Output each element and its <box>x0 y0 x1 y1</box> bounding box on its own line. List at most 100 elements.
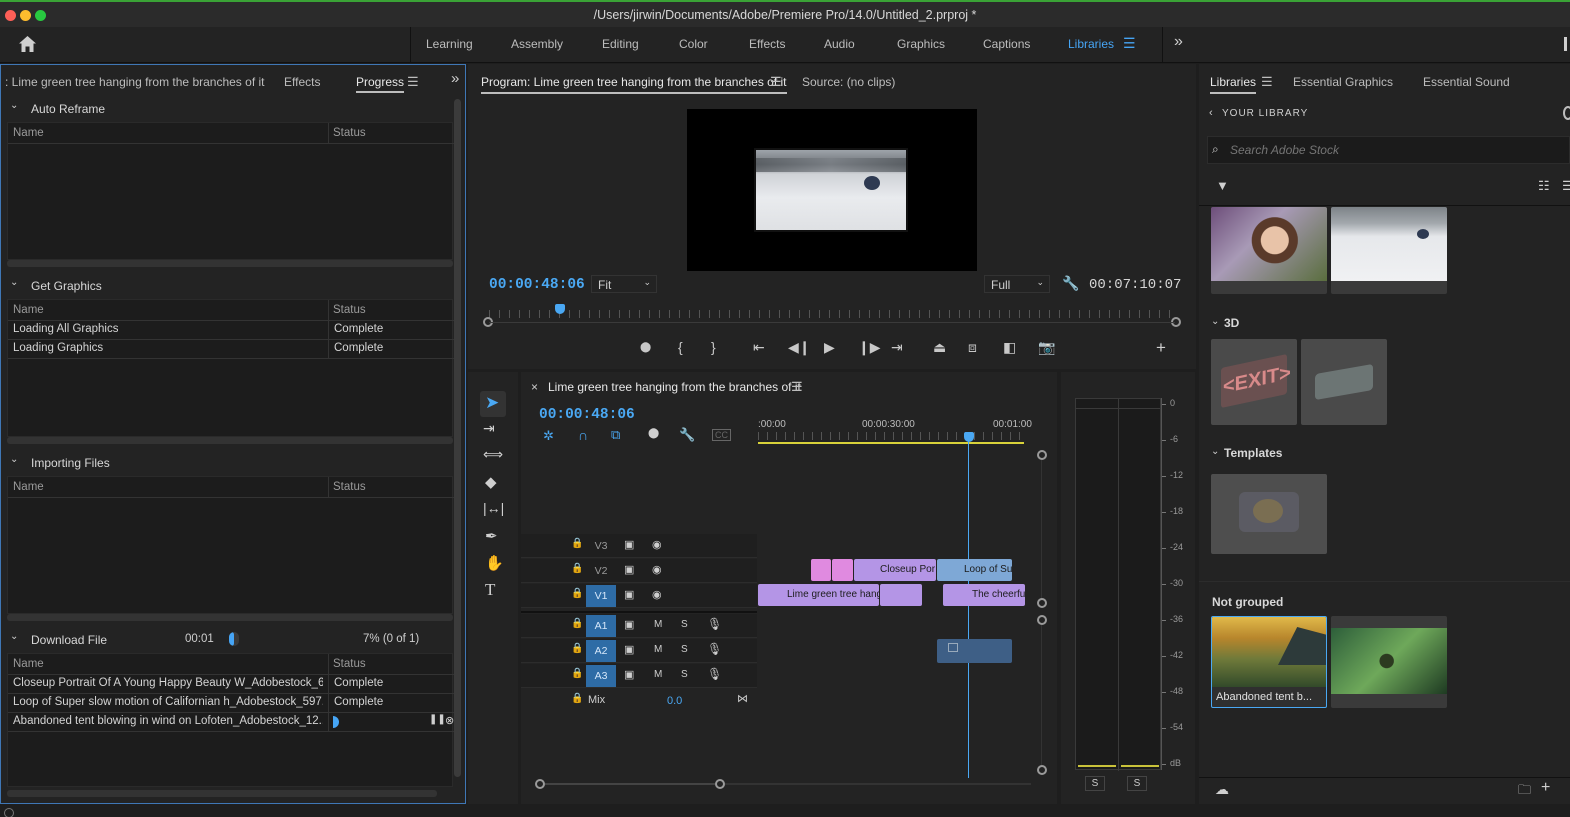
filter-icon[interactable]: ▼ <box>1216 178 1229 193</box>
timeline-playhead[interactable] <box>964 432 974 442</box>
lock-icon[interactable]: 🔒 <box>571 563 583 574</box>
extract-icon[interactable]: ⧈ <box>968 339 977 356</box>
mark-in-icon[interactable]: { <box>678 339 683 355</box>
cancel-icon[interactable]: ⊗ <box>445 714 454 727</box>
progress-menu-icon[interactable]: ☰ <box>407 74 419 90</box>
microphone-icon[interactable]: 🎙 <box>707 617 722 631</box>
solo-button[interactable]: S <box>681 619 688 630</box>
captions-icon[interactable]: CC <box>712 429 731 441</box>
sync-lock-icon[interactable]: ▣ <box>624 668 634 681</box>
lock-icon[interactable]: 🔒 <box>571 693 583 704</box>
workspace-graphics[interactable]: Graphics <box>897 37 945 51</box>
horizontal-scrollbar[interactable] <box>7 614 453 621</box>
video-clip-lime-green[interactable]: Lime green tree hangi <box>758 584 879 606</box>
sync-lock-icon[interactable]: ▣ <box>624 588 634 601</box>
lock-icon[interactable]: 🔒 <box>571 538 583 549</box>
camera-icon[interactable]: 📷 <box>1038 339 1055 356</box>
mix-value[interactable]: 0.0 <box>667 695 682 707</box>
track-label[interactable]: V2 <box>586 560 616 582</box>
chevron-down-icon[interactable]: ⌄ <box>1211 446 1219 457</box>
horizontal-scrollbar[interactable] <box>7 260 453 267</box>
eye-icon[interactable]: ◉ <box>652 588 662 601</box>
add-marker-icon[interactable]: ⬤ <box>640 342 651 353</box>
track-label[interactable]: V3 <box>586 535 616 557</box>
wrench-icon[interactable]: 🔧 <box>679 427 695 443</box>
folder-icon[interactable]: 🗀 <box>1518 781 1531 803</box>
add-icon[interactable]: + <box>1541 779 1550 797</box>
timeline-timecode[interactable]: 00:00:48:06 <box>539 407 635 423</box>
video-clip[interactable] <box>832 559 853 581</box>
workspace-libraries[interactable]: Libraries <box>1068 37 1114 51</box>
mute-button[interactable]: M <box>654 619 662 630</box>
ripple-edit-tool-icon[interactable]: ⟺ <box>483 446 503 463</box>
tab-source[interactable]: Source: (no clips) <box>802 75 895 89</box>
slip-tool-icon[interactable]: |↔| <box>483 500 504 516</box>
fit-dropdown[interactable]: Fit ⌄ <box>591 275 657 293</box>
sort-icon[interactable]: ☷ <box>1538 178 1550 194</box>
pause-icon[interactable]: ❚❚ <box>429 714 446 725</box>
lock-icon[interactable]: 🔒 <box>571 588 583 599</box>
sync-lock-icon[interactable]: ▣ <box>624 643 634 656</box>
timeline-ruler[interactable]: :00:00 00:00:30:00 00:01:00 <box>758 416 1032 446</box>
lock-icon[interactable]: 🔒 <box>571 618 583 629</box>
microphone-icon[interactable]: 🎙 <box>707 667 722 681</box>
vertical-zoom-handle[interactable] <box>1037 598 1047 608</box>
tab-libraries[interactable]: Libraries <box>1210 75 1257 94</box>
sync-lock-icon[interactable]: ▣ <box>624 538 634 551</box>
solo-left-button[interactable]: S <box>1085 776 1105 791</box>
tab-sequence[interactable]: Lime green tree hanging from the branche… <box>548 380 801 394</box>
workspace-color[interactable]: Color <box>679 37 708 51</box>
go-to-out-icon[interactable]: ⇥ <box>891 339 903 356</box>
program-timecode[interactable]: 00:00:48:06 <box>489 277 585 293</box>
tab-progress[interactable]: Progress <box>356 75 405 93</box>
mute-button[interactable]: M <box>654 644 662 655</box>
audio-clip[interactable] <box>937 639 1012 663</box>
solo-button[interactable]: S <box>681 669 688 680</box>
vertical-scrollbar[interactable] <box>454 99 461 777</box>
pen-tool-icon[interactable]: ✒ <box>485 527 498 545</box>
library-asset-template[interactable] <box>1211 474 1327 554</box>
lock-icon[interactable]: 🔒 <box>571 668 583 679</box>
horizontal-scrollbar[interactable] <box>7 437 453 444</box>
library-asset-snow[interactable] <box>1331 207 1447 294</box>
sync-lock-icon[interactable]: ▣ <box>624 618 634 631</box>
nest-icon[interactable]: ✲ <box>543 428 554 444</box>
vertical-zoom-handle[interactable] <box>1037 615 1047 625</box>
video-clip-cheerful[interactable]: The cheerful <box>943 584 1025 606</box>
library-asset-sofa[interactable] <box>1301 339 1387 425</box>
horizontal-scrollbar[interactable] <box>7 790 437 797</box>
lock-icon[interactable]: 🔒 <box>571 643 583 654</box>
horizontal-zoom-handle[interactable] <box>715 779 725 789</box>
library-asset-exit-sign[interactable]: <EXIT> <box>1211 339 1297 425</box>
mix-keyframe-icon[interactable]: ⋈ <box>737 692 748 705</box>
track-label[interactable]: A1 <box>586 615 616 637</box>
solo-right-button[interactable]: S <box>1127 776 1147 791</box>
program-menu-icon[interactable]: ☰ <box>770 74 782 90</box>
cloud-icon[interactable]: ☁ <box>1215 781 1229 798</box>
search-box[interactable]: ⌕ <box>1207 136 1570 164</box>
quality-dropdown[interactable]: Full ⌄ <box>984 275 1050 293</box>
library-asset-portrait[interactable] <box>1211 207 1327 294</box>
workspace-assembly[interactable]: Assembly <box>511 37 563 51</box>
sequence-menu-icon[interactable]: ☰ <box>791 379 803 395</box>
step-back-icon[interactable]: ◀❙ <box>788 339 811 356</box>
tab-essential-sound[interactable]: Essential Sound <box>1423 75 1510 89</box>
razor-tool-icon[interactable]: ◆ <box>485 473 497 491</box>
comparison-view-icon[interactable]: ◧ <box>1003 339 1016 356</box>
solo-button[interactable]: S <box>681 644 688 655</box>
mark-out-icon[interactable]: } <box>711 339 716 355</box>
eye-icon[interactable]: ◉ <box>652 563 662 576</box>
chevron-left-icon[interactable]: ‹ <box>1209 107 1213 119</box>
workspace-effects[interactable]: Effects <box>749 37 785 51</box>
video-clip-closeup[interactable]: Closeup Por <box>854 559 936 581</box>
eye-icon[interactable]: ◉ <box>652 538 662 551</box>
library-asset-tent[interactable]: Abandoned tent b... <box>1211 616 1327 708</box>
tab-essential-graphics[interactable]: Essential Graphics <box>1293 75 1393 89</box>
mute-button[interactable]: M <box>654 669 662 680</box>
wrench-icon[interactable]: 🔧 <box>1062 275 1079 292</box>
type-tool-icon[interactable]: T <box>485 580 495 600</box>
lift-icon[interactable]: ⏏ <box>933 339 946 356</box>
close-sequence-icon[interactable]: × <box>531 380 538 394</box>
home-icon[interactable] <box>18 35 37 56</box>
workspace-overflow-icon[interactable]: » <box>1174 33 1183 51</box>
